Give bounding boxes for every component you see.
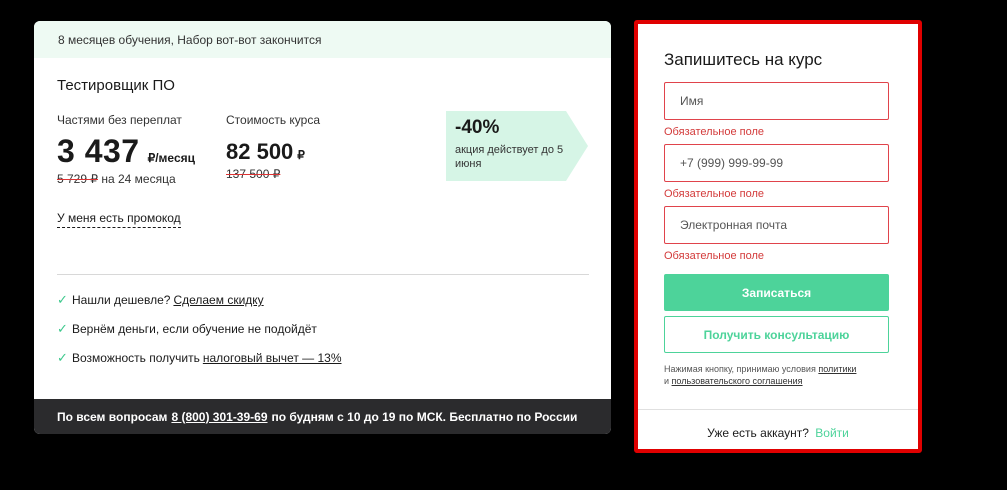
benefit-text: Нашли дешевле?: [72, 293, 171, 307]
email-field[interactable]: Электронная почта: [664, 206, 889, 244]
installment-old-price: 5 729 ₽: [57, 172, 98, 186]
installment-label: Частями без переплат: [57, 113, 182, 127]
discount-request-link[interactable]: Сделаем скидку: [173, 293, 263, 307]
benefits-list: ✓ Нашли дешевле? Сделаем скидку ✓ Вернём…: [57, 292, 342, 380]
full-price: 82 500: [226, 139, 294, 164]
submit-button[interactable]: Записаться: [664, 274, 889, 311]
tax-deduction-link[interactable]: налоговый вычет — 13%: [203, 351, 342, 365]
terms-prefix: Нажимая кнопку, принимаю условия: [664, 364, 816, 374]
discount-percent: -40%: [455, 117, 500, 138]
login-link[interactable]: Войти: [815, 426, 849, 440]
footer-prefix: По всем вопросам: [57, 409, 168, 424]
divider: [57, 274, 589, 275]
course-card: 8 месяцев обучения, Набор вот-вот законч…: [34, 21, 611, 434]
promo-code-link[interactable]: У меня есть промокод: [57, 211, 181, 228]
full-price-block: Стоимость курса 82 500 ₽ 137 500 ₽: [226, 113, 320, 181]
installment-price-block: Частями без переплат 3 437 ₽/месяц 5 729…: [57, 113, 195, 186]
installment-unit: ₽/месяц: [147, 151, 195, 165]
benefit-text: Вернём деньги, если обучение не подойдёт: [72, 322, 317, 336]
benefit-item: ✓ Вернём деньги, если обучение не подойд…: [57, 321, 342, 336]
form-divider: [638, 409, 918, 410]
name-field[interactable]: Имя: [664, 82, 889, 120]
form-title: Запишитесь на курс: [664, 50, 823, 69]
footer-suffix: по будням с 10 до 19 по МСК. Бесплатно п…: [271, 409, 578, 424]
discount-text: акция действует до 5 июня: [455, 144, 564, 170]
full-price-unit: ₽: [297, 148, 305, 162]
check-icon: ✓: [57, 292, 68, 307]
installment-term: на 24 месяца: [101, 172, 176, 186]
email-error: Обязательное поле: [664, 250, 765, 262]
full-price-label: Стоимость курса: [226, 113, 321, 127]
installment-price: 3 437: [57, 133, 140, 169]
enrollment-notice: 8 месяцев обучения, Набор вот-вот законч…: [34, 21, 611, 58]
check-icon: ✓: [57, 321, 68, 336]
policy-link[interactable]: политики: [818, 364, 856, 374]
consultation-button[interactable]: Получить консультацию: [664, 316, 889, 353]
terms-and: и: [664, 376, 670, 386]
terms-text: Нажимая кнопку, принимаю условия политик…: [664, 363, 892, 387]
account-row: Уже есть аккаунт? Войти: [638, 426, 918, 440]
phone-error: Обязательное поле: [664, 188, 765, 200]
contact-footer: По всем вопросам 8 (800) 301-39-69 по бу…: [34, 399, 611, 434]
benefit-item: ✓ Нашли дешевле? Сделаем скидку: [57, 292, 342, 307]
phone-field[interactable]: +7 (999) 999-99-99: [664, 144, 889, 182]
benefit-text: Возможность получить: [72, 351, 200, 365]
check-icon: ✓: [57, 350, 68, 365]
enroll-form: Запишитесь на курс Имя Обязательное поле…: [634, 20, 922, 453]
course-title: Тестировщик ПО: [57, 77, 175, 94]
phone-link[interactable]: 8 (800) 301-39-69: [171, 410, 267, 424]
discount-badge: -40% акция действует до 5 июня: [446, 111, 588, 181]
benefit-item: ✓ Возможность получить налоговый вычет —…: [57, 350, 342, 365]
full-old-price: 137 500 ₽: [226, 167, 281, 181]
account-text: Уже есть аккаунт?: [707, 426, 809, 440]
user-agreement-link[interactable]: пользовательского соглашения: [672, 376, 803, 386]
name-error: Обязательное поле: [664, 126, 765, 138]
notice-text: 8 месяцев обучения, Набор вот-вот законч…: [58, 32, 322, 47]
